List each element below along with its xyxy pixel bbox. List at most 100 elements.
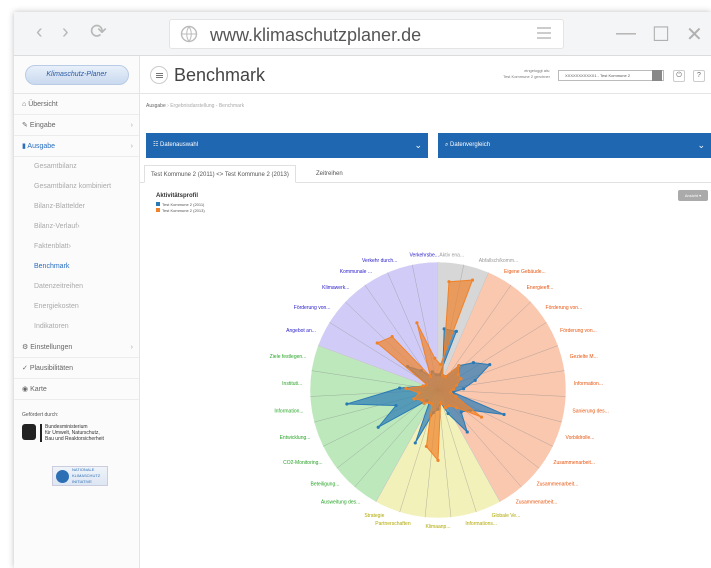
browser-toolbar: ‹ › ⟳ www.klimaschutzplaner.de — ☐ ✕ xyxy=(14,12,711,56)
sidebar: Klimaschutz-Planer ⌂ Übersicht ✎ Eingabe ›… xyxy=(14,56,140,568)
url-text: www.klimaschutzplaner.de xyxy=(210,25,422,45)
logo-text: Klimaschutz-Planer xyxy=(24,64,129,85)
radar-point xyxy=(457,364,461,368)
radar-axis-label: Verkehr durch... xyxy=(362,258,397,264)
edit-icon: ✎ xyxy=(22,122,30,129)
radar-axis-label: Zusammenarbeit... xyxy=(553,460,595,466)
sidebar-item-label: Indikatoren xyxy=(34,323,69,330)
radar-axis-label: Strategie xyxy=(364,513,384,519)
sidebar-item-label: Ausgabe xyxy=(27,143,56,150)
bmub-line: Bau und Reaktorsicherheit xyxy=(45,436,104,442)
maximize-icon[interactable]: ☐ xyxy=(652,22,670,47)
radar-axis-label: Informations... xyxy=(465,521,497,527)
sidebar-item-bersicht[interactable]: ⌂ Übersicht xyxy=(14,94,139,115)
radar-axis-label: Gezielte M... xyxy=(570,354,598,360)
radar-axis-label: Aktiv ena... xyxy=(439,253,464,259)
sidebar-item-label: Eingabe xyxy=(29,122,56,129)
logo[interactable]: Klimaschutz-Planer xyxy=(14,56,139,94)
funded-label: Gefördert durch: xyxy=(22,412,59,418)
radar-axis-label: Information... xyxy=(574,381,603,387)
radar-point xyxy=(438,400,443,405)
radar-point xyxy=(394,403,398,408)
radar-point xyxy=(422,401,426,405)
forward-icon[interactable]: › xyxy=(62,22,69,42)
minimize-icon[interactable]: — xyxy=(616,22,636,45)
radar-point xyxy=(427,401,431,405)
sidebar-item-ausgabe[interactable]: ▮ Ausgabe › xyxy=(14,136,139,157)
radar-axis-label: Abfallsch/komm... xyxy=(479,258,518,264)
radar-point xyxy=(454,383,459,387)
sidebar-item-label: Datenzeitreihen xyxy=(34,283,84,290)
radar-point xyxy=(447,404,451,408)
sidebar-subitem[interactable]: Bilanz-Blattelder xyxy=(14,197,139,217)
sidebar-subitem[interactable]: Gesamtbilanz kombiniert xyxy=(14,177,139,197)
sidebar-item-eingabe[interactable]: ✎ Eingabe › xyxy=(14,115,139,136)
sidebar-subitem[interactable]: Energiekosten xyxy=(14,297,139,317)
radar-point xyxy=(345,402,349,406)
radar-axis-label: Information... xyxy=(274,409,303,415)
sidebar-subitem[interactable]: Bilanz-Verlauf› xyxy=(14,217,139,237)
sidebar-subitem[interactable]: Datenzeitreihen xyxy=(14,277,139,297)
radar-point xyxy=(454,406,459,410)
radar-point xyxy=(443,406,448,410)
back-icon[interactable]: ‹ xyxy=(36,22,43,42)
radar-point xyxy=(443,374,448,379)
address-bar[interactable]: www.klimaschutzplaner.de xyxy=(169,19,564,49)
sidebar-subitem[interactable]: Gesamtbilanz xyxy=(14,157,139,177)
sidebar-item-label: Plausibilitäten xyxy=(29,365,74,372)
nki-line: KLIMASCHUTZ xyxy=(72,473,101,478)
radar-point xyxy=(440,373,445,377)
sidebar-item-label: Übersicht xyxy=(28,101,58,108)
main-content: Benchmark eingeloggt als: Test Kommune 2 … xyxy=(140,56,711,568)
reload-icon[interactable]: ⟳ xyxy=(90,22,107,42)
radar-point xyxy=(424,382,429,386)
radar-axis-label: Eigene Gebäude... xyxy=(504,269,546,275)
radar-point xyxy=(454,395,458,399)
menu-icon[interactable] xyxy=(537,27,551,39)
funding-block: Gefördert durch: Bundesministerium für U… xyxy=(14,400,139,486)
sidebar-subitem[interactable]: Indikatoren xyxy=(14,317,139,337)
radar-point xyxy=(404,386,408,390)
close-icon[interactable]: ✕ xyxy=(686,22,703,47)
radar-point xyxy=(459,410,463,414)
radar-axis-label: Zusammenarbeit... xyxy=(516,500,558,506)
radar-point xyxy=(376,425,380,429)
radar-axis-label: Angebot an... xyxy=(286,328,316,334)
sidebar-item-plausibilitten[interactable]: ✓ Plausibilitäten xyxy=(14,358,139,379)
radar-axis-label: Energieeff... xyxy=(527,285,554,291)
sidebar-item-karte[interactable]: ◉ Karte xyxy=(14,379,139,400)
radar-axis-label: Partnerschaften xyxy=(375,521,411,527)
radar-axis-label: CO2-Monitoring... xyxy=(283,460,322,466)
bmub-logo: Bundesministerium für Umwelt, Naturschut… xyxy=(22,424,131,442)
radar-point xyxy=(424,444,429,449)
radar-axis-label: Verkehrsbe... xyxy=(410,253,439,259)
radar-point xyxy=(488,363,492,367)
radar-axis-label: Förderung von... xyxy=(560,328,597,334)
sidebar-item-label: Karte xyxy=(30,386,47,393)
radar-point xyxy=(430,402,434,406)
sidebar-subitem[interactable]: Benchmark xyxy=(14,257,139,277)
sidebar-subitem[interactable]: Faktenblatt› xyxy=(14,237,139,257)
chevron-right-icon: › xyxy=(68,243,71,250)
globe-icon xyxy=(180,25,198,43)
chevron-right-icon: › xyxy=(130,122,133,129)
radar-axis-label: Klimaanp... xyxy=(425,524,450,530)
radar-point xyxy=(415,321,419,325)
radar-point xyxy=(433,356,437,360)
radar-point xyxy=(375,341,379,345)
radar-point xyxy=(446,411,450,416)
sidebar-item-label: Einstellungen xyxy=(30,344,73,351)
eagle-icon xyxy=(22,424,36,440)
radar-point xyxy=(456,372,460,376)
check-icon: ✓ xyxy=(22,365,30,372)
nki-logo: NATIONALE KLIMASCHUTZ INITIATIVE xyxy=(52,466,108,486)
radar-axis-label: Zusammenarbeit... xyxy=(537,482,579,488)
radar-point xyxy=(413,441,417,445)
radar-point xyxy=(451,387,455,391)
radar-point xyxy=(461,387,466,391)
nki-line: INITIATIVE xyxy=(72,479,92,484)
sidebar-item-einstellungen[interactable]: ⚙ Einstellungen › xyxy=(14,337,139,358)
radar-axis-label: Ziele festlegen... xyxy=(270,354,307,360)
radar-point xyxy=(473,378,477,382)
radar-axis-label: Instituti... xyxy=(282,381,302,387)
